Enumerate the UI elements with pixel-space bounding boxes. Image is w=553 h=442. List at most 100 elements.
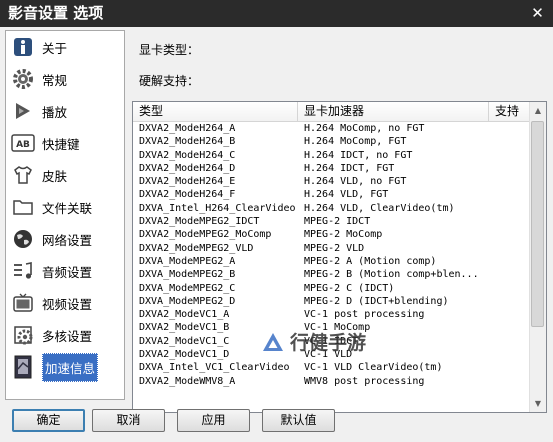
cell-accelerator: MPEG-2 A (Motion comp): [304, 255, 437, 267]
cell-type: DXVA_ModeMPEG2_D: [139, 295, 236, 307]
column-header-support[interactable]: 支持: [489, 102, 530, 121]
cell-type: DXVA_ModeMPEG2_A: [139, 255, 236, 267]
svg-text:AB: AB: [16, 140, 30, 150]
sidebar-item-label: 播放: [42, 104, 68, 120]
keyboard-icon: AB: [10, 130, 36, 156]
list-row[interactable]: DXVA2_ModeVC1_C VC-1 IDCT: [133, 335, 530, 348]
sidebar-item-multicore[interactable]: 多核设置: [6, 319, 124, 351]
apply-button[interactable]: 应用: [177, 409, 250, 432]
sidebar-item-label: 网络设置: [42, 232, 93, 248]
folder-icon: [10, 194, 36, 220]
default-button[interactable]: 默认值: [262, 409, 335, 432]
cell-type: DXVA2_ModeH264_D: [139, 162, 236, 174]
sidebar-item-label: 视频设置: [42, 296, 93, 312]
list-row[interactable]: DXVA2_ModeMPEG2_VLD MPEG-2 VLD: [133, 242, 530, 255]
sidebar-item-about[interactable]: 关于: [6, 31, 124, 63]
cell-accelerator: H.264 MoComp, no FGT: [304, 123, 425, 134]
list-row[interactable]: DXVA_ModeMPEG2_D MPEG-2 D (IDCT+blending): [133, 295, 530, 308]
list-row[interactable]: DXVA2_ModeH264_A H.264 MoComp, no FGT: [133, 122, 530, 135]
sidebar-item-general[interactable]: 常规: [6, 63, 124, 95]
scrollbar-thumb[interactable]: [531, 121, 544, 327]
sidebar-item-playback[interactable]: 播放: [6, 95, 124, 127]
cell-type: DXVA2_ModeH264_E: [139, 176, 236, 188]
sidebar-item-hotkeys[interactable]: AB 快捷键: [6, 127, 124, 159]
cell-support: [489, 308, 530, 321]
list-row[interactable]: DXVA2_ModeH264_B H.264 MoComp, FGT: [133, 135, 530, 148]
list-row[interactable]: DXVA2_ModeH264_F H.264 VLD, FGT: [133, 188, 530, 201]
cell-type: DXVA2_ModeH264_F: [139, 189, 236, 201]
sidebar-item-label: 常规: [42, 72, 68, 88]
column-header-accelerator[interactable]: 显卡加速器: [298, 102, 489, 121]
cell-support: [489, 242, 530, 255]
close-icon[interactable]: ✕: [528, 4, 547, 23]
gear-icon: [10, 66, 36, 92]
cell-accelerator: VC-1 VLD: [304, 349, 353, 361]
audio-icon: [10, 258, 36, 284]
cell-support: [489, 135, 530, 148]
cell-accelerator: VC-1 VLD ClearVideo(tm): [304, 362, 443, 374]
list-row[interactable]: DXVA2_ModeMPEG2_MoComp MPEG-2 MoComp: [133, 228, 530, 241]
cell-support: [489, 255, 530, 268]
window-title: 影音设置 选项: [8, 4, 104, 22]
acceleration-icon: [10, 354, 36, 380]
list-row[interactable]: DXVA2_ModeMPEG2_IDCT MPEG-2 IDCT: [133, 215, 530, 228]
column-header-type[interactable]: 类型: [133, 102, 298, 121]
cancel-button[interactable]: 取消: [92, 409, 165, 432]
list-row[interactable]: DXVA2_ModeH264_D H.264 IDCT, FGT: [133, 162, 530, 175]
cell-support: [489, 361, 530, 374]
cell-support: [489, 348, 530, 361]
cell-type: DXVA2_ModeWMV8_A: [139, 375, 236, 387]
sidebar-item-video[interactable]: 视频设置: [6, 287, 124, 319]
cell-accelerator: MPEG-2 VLD: [304, 242, 365, 254]
hw-decode-label: 硬解支持：: [139, 74, 200, 88]
cell-support: [489, 321, 530, 334]
cell-support: [489, 162, 530, 175]
sidebar-item-label: 多核设置: [42, 328, 93, 344]
cell-accelerator: H.264 VLD, FGT: [304, 189, 389, 201]
sidebar-item-file-association[interactable]: 文件关联: [6, 191, 124, 223]
cell-support: [489, 202, 530, 215]
cell-support: [489, 375, 530, 388]
list-row[interactable]: DXVA2_ModeWMV8_A WMV8 post processing: [133, 375, 530, 388]
vertical-scrollbar[interactable]: ▲ ▼: [529, 102, 546, 412]
sidebar-item-network[interactable]: 网络设置: [6, 223, 124, 255]
cell-type: DXVA2_ModeVC1_A: [139, 309, 230, 321]
cell-type: DXVA2_ModeH264_B: [139, 136, 236, 148]
list-row[interactable]: DXVA_ModeMPEG2_C MPEG-2 C (IDCT): [133, 282, 530, 295]
list-row[interactable]: DXVA2_ModeH264_C H.264 IDCT, no FGT: [133, 149, 530, 162]
sidebar-item-label: 加速信息: [42, 352, 99, 382]
list-row[interactable]: DXVA_ModeMPEG2_B MPEG-2 B (Motion comp+bl…: [133, 268, 530, 281]
cell-accelerator: H.264 VLD, ClearVideo(tm): [304, 202, 455, 214]
sidebar-item-audio[interactable]: 音频设置: [6, 255, 124, 287]
options-window: 影音设置 选项 ✕ 关于 常规 播放 AB 快捷键 皮肤 文件关联 网络设置 音…: [0, 0, 553, 442]
cell-type: DXVA_Intel_H264_ClearVideo: [139, 202, 296, 214]
sidebar-item-label: 皮肤: [42, 168, 68, 184]
sidebar-item-acceleration-info[interactable]: 加速信息: [6, 351, 124, 383]
sidebar-item-label: 文件关联: [42, 200, 93, 216]
cell-type: DXVA2_ModeVC1_B: [139, 322, 230, 334]
ok-button[interactable]: 确定: [12, 409, 85, 432]
cell-accelerator: H.264 MoComp, FGT: [304, 136, 407, 148]
decoder-list[interactable]: 类型 显卡加速器 支持 DXVA2_ModeH264_A H.264 MoComp…: [132, 101, 547, 413]
cell-accelerator: H.264 IDCT, FGT: [304, 162, 395, 174]
info-icon: [10, 34, 36, 60]
list-row[interactable]: DXVA2_ModeVC1_D VC-1 VLD: [133, 348, 530, 361]
list-row[interactable]: DXVA_ModeMPEG2_A MPEG-2 A (Motion comp): [133, 255, 530, 268]
cell-accelerator: MPEG-2 IDCT: [304, 216, 371, 228]
cell-support: [489, 149, 530, 162]
cell-type: DXVA_Intel_VC1_ClearVideo: [139, 362, 290, 374]
sidebar-item-label: 快捷键: [42, 136, 80, 152]
sidebar-item-skin[interactable]: 皮肤: [6, 159, 124, 191]
list-row[interactable]: DXVA2_ModeVC1_B VC-1 MoComp: [133, 321, 530, 334]
list-row[interactable]: DXVA_Intel_H264_ClearVideo H.264 VLD, Cle…: [133, 202, 530, 215]
list-rows: DXVA2_ModeH264_A H.264 MoComp, no FGT DXV…: [133, 122, 530, 388]
list-row[interactable]: DXVA2_ModeH264_E H.264 VLD, no FGT: [133, 175, 530, 188]
cell-type: DXVA2_ModeMPEG2_MoComp: [139, 229, 272, 241]
list-row[interactable]: DXVA2_ModeVC1_A VC-1 post processing: [133, 308, 530, 321]
title-bar[interactable]: 影音设置 选项 ✕: [0, 0, 553, 27]
list-header: 类型 显卡加速器 支持: [133, 102, 530, 122]
list-row[interactable]: DXVA_Intel_VC1_ClearVideo VC-1 VLD ClearV…: [133, 361, 530, 374]
cell-type: DXVA_ModeMPEG2_B: [139, 269, 236, 281]
dialog-footer: 确定 取消 应用 默认值: [0, 404, 553, 442]
scroll-up-icon[interactable]: ▲: [530, 102, 546, 119]
